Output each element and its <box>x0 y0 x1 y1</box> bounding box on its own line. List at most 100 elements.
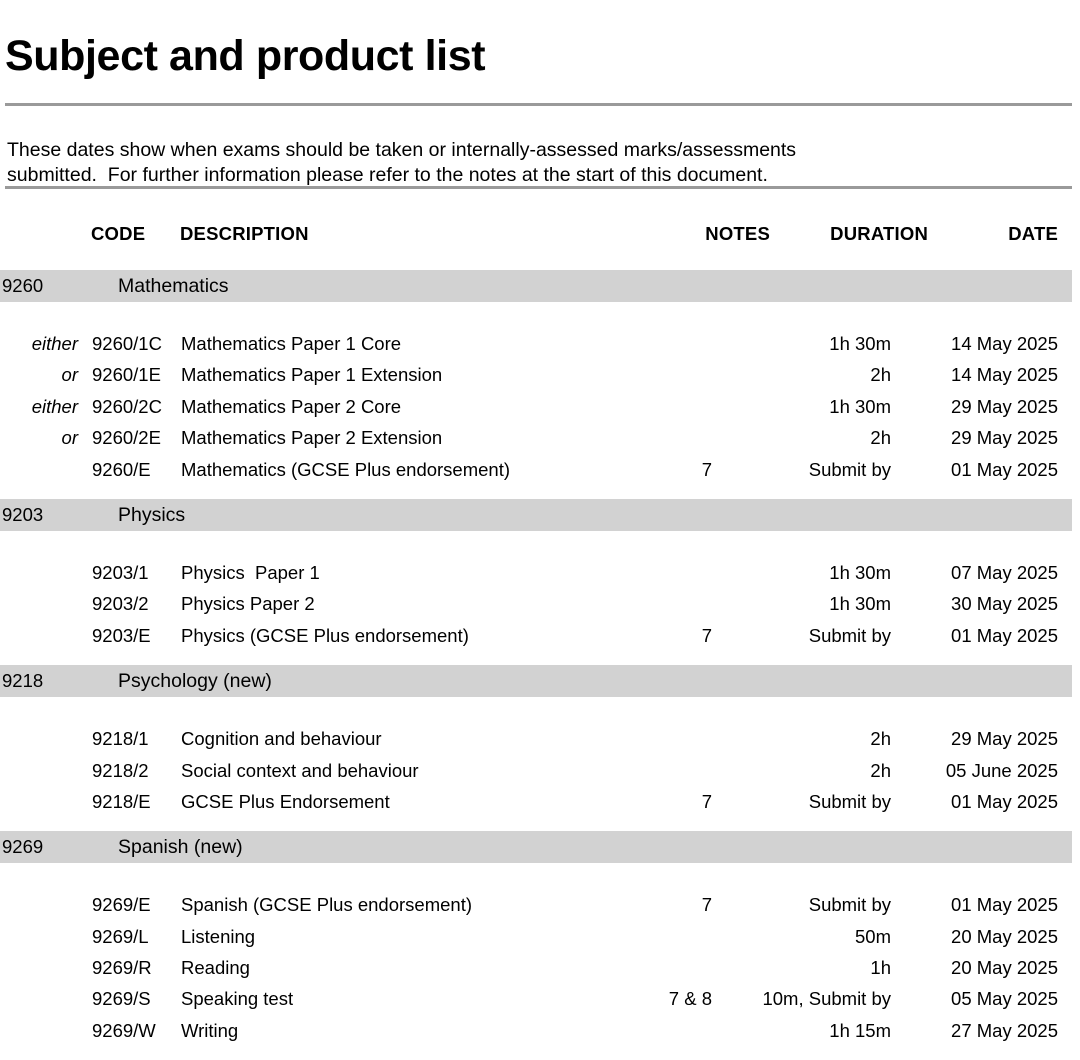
row-duration: 10m, Submit by <box>762 988 891 1010</box>
row-description: Reading <box>181 957 250 979</box>
section-code: 9203 <box>2 503 44 525</box>
row-date: 01 May 2025 <box>951 894 1058 916</box>
row-duration: 1h 30m <box>829 593 891 615</box>
table-row: or 9260/2E Mathematics Paper 2 Extension 2h… <box>0 422 1080 453</box>
section-band: 9218 Psychology (new) <box>0 665 1072 698</box>
row-date: 20 May 2025 <box>951 957 1058 979</box>
row-notes: 7 <box>701 790 712 812</box>
row-description: Physics Paper 2 <box>181 593 315 615</box>
row-either-label: either <box>31 395 78 417</box>
column-header-notes: NOTES <box>705 223 770 244</box>
section-trailing-spacer <box>0 817 1080 831</box>
table-row: 9269/W Writing 1h 15m 27 May 2025 <box>0 1015 1080 1046</box>
section-band: 9203 Physics <box>0 498 1072 531</box>
row-date: 20 May 2025 <box>951 925 1058 947</box>
row-duration: Submit by <box>808 624 891 646</box>
section-trailing-spacer <box>0 485 1080 499</box>
row-either-label: or <box>61 364 78 386</box>
column-header-date: DATE <box>1008 223 1058 244</box>
row-date: 27 May 2025 <box>951 1019 1058 1041</box>
table-row: 9269/S Speaking test 7 & 8 10m, Submit by 05… <box>0 983 1080 1014</box>
row-duration: 1h <box>870 957 891 979</box>
row-description: Mathematics Paper 2 Extension <box>181 427 443 449</box>
row-description: Speaking test <box>181 988 294 1010</box>
section-name: Spanish (new) <box>118 836 243 859</box>
row-date: 05 June 2025 <box>945 759 1058 781</box>
row-duration: 1h 30m <box>829 561 891 583</box>
table-header-row: CODE DESCRIPTION NOTES DURATION DATE <box>0 216 1080 270</box>
row-description: Cognition and behaviour <box>181 728 382 750</box>
row-description: Mathematics Paper 1 Core <box>181 333 402 354</box>
row-date: 30 May 2025 <box>951 593 1058 615</box>
table-row: either 9260/1C Mathematics Paper 1 Core 1h … <box>0 328 1080 359</box>
row-duration: 2h <box>870 759 891 781</box>
row-duration: 2h <box>870 364 891 386</box>
table-row: 9218/E GCSE Plus Endorsement 7 Submit by 01 … <box>0 786 1080 817</box>
row-duration: Submit by <box>808 894 891 916</box>
table-row: 9269/R Reading 1h 20 May 2025 <box>0 952 1080 983</box>
row-duration: 1h 30m <box>829 395 891 417</box>
divider-bottom <box>5 186 1072 189</box>
row-either-label: or <box>61 427 78 449</box>
row-description: Mathematics Paper 2 Core <box>181 395 402 417</box>
table-row: 9218/1 Cognition and behaviour 2h 29 May 20… <box>0 723 1080 754</box>
row-duration: 2h <box>870 728 891 750</box>
row-duration: 50m <box>855 925 891 947</box>
row-duration: Submit by <box>808 458 891 480</box>
table-row: 9269/E Spanish (GCSE Plus endorsement) 7 Su… <box>0 889 1080 920</box>
table-row: 9203/1 Physics Paper 1 1h 30m 07 May 2025 <box>0 557 1080 588</box>
row-date: 29 May 2025 <box>951 395 1058 417</box>
row-date: 01 May 2025 <box>951 790 1058 812</box>
row-notes: 7 & 8 <box>668 988 712 1010</box>
row-date: 05 May 2025 <box>951 988 1058 1010</box>
section-code: 9218 <box>2 670 44 692</box>
row-either-label: either <box>31 333 78 354</box>
table-row: 9269/L Listening 50m 20 May 2025 <box>0 921 1080 952</box>
row-description: Mathematics (GCSE Plus endorsement) <box>181 458 511 480</box>
section-name: Mathematics <box>118 275 229 297</box>
column-header-description: DESCRIPTION <box>180 223 309 244</box>
row-description: GCSE Plus Endorsement <box>181 790 390 812</box>
row-description: Listening <box>181 925 256 947</box>
row-notes: 7 <box>701 624 712 646</box>
table-row: 9203/E Physics (GCSE Plus endorsement) 7 Su… <box>0 620 1080 651</box>
row-notes: 7 <box>701 458 712 480</box>
section-trailing-spacer <box>0 1046 1080 1060</box>
row-duration: Submit by <box>808 790 891 812</box>
page-title: Subject and product list <box>5 31 486 80</box>
row-description: Mathematics Paper 1 Extension <box>181 364 443 386</box>
row-date: 29 May 2025 <box>951 728 1058 750</box>
section-name: Psychology (new) <box>118 670 272 693</box>
table-row: either 9260/2C Mathematics Paper 2 Core 1h … <box>0 391 1080 422</box>
row-date: 14 May 2025 <box>951 333 1058 354</box>
row-description: Physics (GCSE Plus endorsement) <box>181 624 469 646</box>
sections-container: 9260 Mathematics either 9260/1C Mathematics … <box>0 270 1080 1060</box>
table-row: or 9260/1E Mathematics Paper 1 Extension 2h… <box>0 359 1080 390</box>
section-name: Physics <box>118 503 186 526</box>
row-description: Physics Paper 1 <box>181 561 320 583</box>
row-notes: 7 <box>701 894 712 916</box>
subject-product-table: CODE DESCRIPTION NOTES DURATION DATE 926… <box>0 216 1080 1060</box>
row-duration: 1h 30m <box>829 333 891 354</box>
table-row: 9260/E Mathematics (GCSE Plus endorsement… <box>0 454 1080 485</box>
divider-top <box>5 103 1072 106</box>
table-row: 9218/2 Social context and behaviour 2h 05 J… <box>0 755 1080 786</box>
row-duration: 1h 15m <box>829 1019 891 1041</box>
intro-paragraph: These dates show when exams should be ta… <box>7 138 797 186</box>
row-date: 01 May 2025 <box>951 458 1058 480</box>
row-description: Writing <box>181 1019 239 1041</box>
section-code: 9269 <box>2 836 44 858</box>
section-code: 9260 <box>2 275 44 296</box>
section-trailing-spacer <box>0 651 1080 665</box>
row-date: 29 May 2025 <box>951 427 1058 449</box>
row-date: 14 May 2025 <box>951 364 1058 386</box>
section-band: 9260 Mathematics <box>0 270 1072 302</box>
section-band: 9269 Spanish (new) <box>0 831 1072 864</box>
row-description: Spanish (GCSE Plus endorsement) <box>181 894 472 916</box>
table-row: 9203/2 Physics Paper 2 1h 30m 30 May 2025 <box>0 588 1080 619</box>
row-duration: 2h <box>870 427 891 449</box>
